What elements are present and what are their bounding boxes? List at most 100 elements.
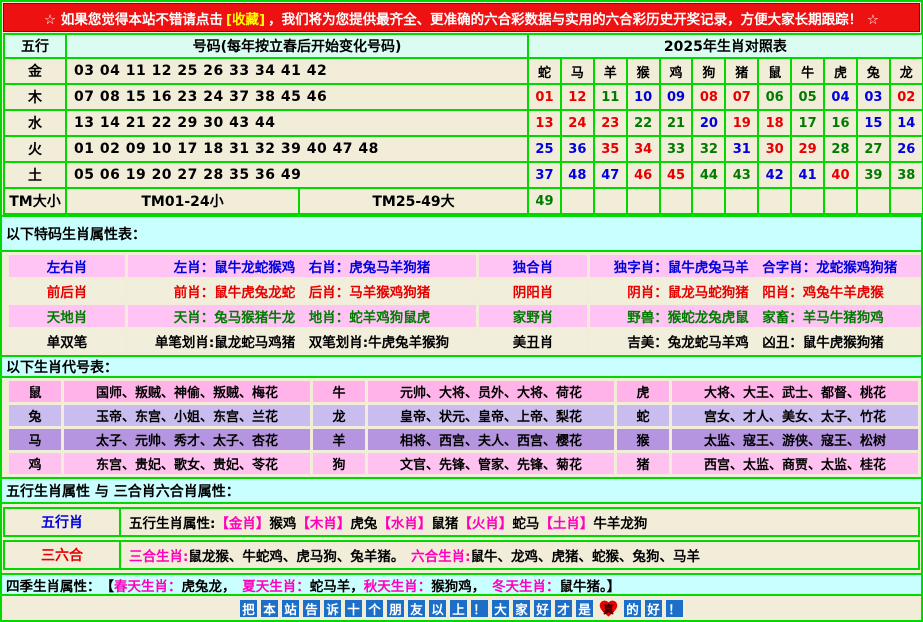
text-segment: 六合生肖: bbox=[411, 545, 470, 565]
zodiac-cell: 46 bbox=[627, 162, 660, 188]
zodiac-cell: 03 bbox=[857, 84, 890, 110]
slogan-char: 真 bbox=[603, 601, 614, 617]
code-row: 鼠国师、叛贼、神偷、叛贼、梅花牛元帅、大将、员外、大将、荷花虎大将、大王、武士、… bbox=[9, 381, 918, 402]
slogan-char[interactable]: 把 bbox=[240, 600, 257, 617]
slogan-char[interactable]: 告 bbox=[303, 600, 320, 617]
zodiac-cell bbox=[890, 188, 923, 214]
sanliu-row-label: 三六合 bbox=[5, 542, 121, 568]
zodiac-cell: 23 bbox=[594, 110, 627, 136]
zodiac-cell: 34 bbox=[627, 136, 660, 162]
code-zodiac-cell: 兔 bbox=[9, 405, 61, 426]
slogan-char[interactable]: 朋 bbox=[387, 600, 404, 617]
attr-label-cell: 天地肖 bbox=[9, 305, 125, 327]
attr-label-cell: 左右肖 bbox=[9, 255, 125, 277]
zodiac-cell bbox=[857, 188, 890, 214]
banner-text-after: ，我们将为您提供最齐全、更准确的六合彩数据与实用的六合彩历史开奖记录，方便大家长… bbox=[268, 8, 879, 28]
bookmark-link[interactable]: [收藏] bbox=[226, 8, 265, 28]
zodiac-cell bbox=[561, 188, 594, 214]
slogan-char[interactable]: 好 bbox=[645, 600, 662, 617]
slogan-char[interactable]: 是 bbox=[576, 600, 593, 617]
wuxing-label-cell: 金 bbox=[4, 58, 66, 84]
zodiac-cell: 43 bbox=[725, 162, 758, 188]
zodiac-cell: 28 bbox=[824, 136, 857, 162]
slogan-char[interactable]: ！ bbox=[471, 600, 488, 617]
text-segment: 春天生肖： bbox=[114, 575, 182, 595]
page: { "colors": { "red": "#E60000", "blue": … bbox=[0, 0, 923, 622]
zodiac-cell: 39 bbox=[857, 162, 890, 188]
zodiac-cell: 45 bbox=[660, 162, 693, 188]
tm-big-cell: TM25-49大 bbox=[299, 188, 528, 214]
zodiac-cell: 虎 bbox=[824, 58, 857, 84]
code-names-cell: 文官、先锋、管家、先锋、菊花 bbox=[368, 453, 614, 474]
code-names-cell: 太子、元帅、秀才、太子、杏花 bbox=[64, 429, 310, 450]
main-table-row: 金03 04 11 12 25 26 33 34 41 42蛇马羊猴鸡狗猪鼠牛虎… bbox=[4, 58, 923, 84]
zodiac-cell: 鼠 bbox=[758, 58, 791, 84]
slogan-char[interactable]: 上 bbox=[450, 600, 467, 617]
slogan-char[interactable]: 站 bbox=[282, 600, 299, 617]
zodiac-cell: 40 bbox=[824, 162, 857, 188]
zodiac-cell: 龙 bbox=[890, 58, 923, 84]
text-segment: 鼠牛、龙鸡、虎猪、蛇猴、兔狗、马羊 bbox=[471, 545, 701, 565]
main-table-row: 木07 08 15 16 23 24 37 38 45 460112111009… bbox=[4, 84, 923, 110]
zodiac-codename-table: 鼠国师、叛贼、神偷、叛贼、梅花牛元帅、大将、员外、大将、荷花虎大将、大王、武士、… bbox=[6, 378, 921, 477]
text-segment: 三合生肖: bbox=[129, 545, 188, 565]
wuxing-label-cell: 木 bbox=[4, 84, 66, 110]
sanliu-attr-row: 三六合 三合生肖: 鼠龙猴、牛蛇鸡、虎马狗、兔羊猪。 六合生肖: 鼠牛、龙鸡、虎… bbox=[3, 540, 920, 570]
section-title-attr: 以下特码生肖属性表： bbox=[2, 215, 921, 252]
slogan-char[interactable]: 友 bbox=[408, 600, 425, 617]
zodiac-cell: 14 bbox=[890, 110, 923, 136]
attr-row: 天地肖天肖：兔马猴猪牛龙 地肖：蛇羊鸡狗鼠虎家野肖野兽：猴蛇龙兔虎鼠 家畜：羊马… bbox=[9, 305, 921, 327]
slogan-char[interactable]: 十 bbox=[345, 600, 362, 617]
text-segment: 猴鸡 bbox=[269, 512, 296, 532]
zodiac-cell: 15 bbox=[857, 110, 890, 136]
main-table-row: 水13 14 21 22 29 30 43 441324232221201918… bbox=[4, 110, 923, 136]
tm-label-cell: TM大小 bbox=[4, 188, 66, 214]
slogan-char[interactable]: 个 bbox=[366, 600, 383, 617]
wuxing-attr-row: 五行肖 五行生肖属性: 【金肖】猴鸡 【木肖】虎兔 【水肖】鼠猪 【火肖】蛇马 … bbox=[3, 507, 920, 537]
zodiac-cell: 48 bbox=[561, 162, 594, 188]
slogan-char[interactable]: 才 bbox=[555, 600, 572, 617]
slogan-char[interactable]: 大 bbox=[492, 600, 509, 617]
zodiac-cell: 牛 bbox=[791, 58, 824, 84]
bottom-slogan-bar[interactable]: 把本站告诉十个朋友以上！大家好才是真的好！ bbox=[2, 597, 921, 620]
zodiac-cell bbox=[758, 188, 791, 214]
zodiac-cell bbox=[660, 188, 693, 214]
zodiac-cell: 06 bbox=[758, 84, 791, 110]
slogan-char[interactable]: 的 bbox=[624, 600, 641, 617]
code-names-cell: 大将、大王、武士、都督、桃花 bbox=[672, 381, 918, 402]
code-zodiac-cell: 龙 bbox=[313, 405, 365, 426]
text-segment: 【木肖】 bbox=[296, 512, 350, 532]
wuxing-label-cell: 土 bbox=[4, 162, 66, 188]
text-segment: 鼠龙猴、牛蛇鸡、虎马狗、兔羊猪。 bbox=[188, 545, 411, 565]
slogan-char[interactable]: 家 bbox=[513, 600, 530, 617]
slogan-char[interactable]: 诉 bbox=[324, 600, 341, 617]
slogan-char[interactable]: ！ bbox=[666, 600, 683, 617]
attr-text-cell: 前肖：鼠牛虎兔龙蛇 后肖：马羊猴鸡狗猪 bbox=[128, 280, 476, 302]
zodiac-cell: 32 bbox=[692, 136, 725, 162]
heart-icon[interactable]: 真 bbox=[597, 598, 620, 619]
text-segment: 虎兔 bbox=[350, 512, 377, 532]
slogan-char[interactable]: 本 bbox=[261, 600, 278, 617]
wuxing-label-cell: 火 bbox=[4, 136, 66, 162]
zodiac-cell: 兔 bbox=[857, 58, 890, 84]
slogan-char[interactable]: 以 bbox=[429, 600, 446, 617]
zodiac-cell bbox=[594, 188, 627, 214]
code-zodiac-cell: 鸡 bbox=[9, 453, 61, 474]
attr-table-body: 左右肖左肖：鼠牛龙蛇猴鸡 右肖：虎兔马羊狗猪独合肖独字肖：鼠牛虎兔马羊 合字肖：… bbox=[9, 255, 921, 352]
zodiac-cell: 09 bbox=[660, 84, 693, 110]
code-names-cell: 东宫、贵妃、歌女、贵妃、苓花 bbox=[64, 453, 310, 474]
header-numbers: 号码(每年按立春后开始变化号码) bbox=[66, 34, 528, 58]
code-names-cell: 皇帝、状元、皇帝、上帝、梨花 bbox=[368, 405, 614, 426]
slogan-char[interactable]: 好 bbox=[534, 600, 551, 617]
zodiac-cell: 47 bbox=[594, 162, 627, 188]
code-table-body: 鼠国师、叛贼、神偷、叛贼、梅花牛元帅、大将、员外、大将、荷花虎大将、大王、武士、… bbox=[9, 381, 918, 474]
wuxing-label-cell: 水 bbox=[4, 110, 66, 136]
wuxing-row-label: 五行肖 bbox=[5, 509, 121, 535]
code-names-cell: 太监、寇王、游侠、寇王、松树 bbox=[672, 429, 918, 450]
attr-label-cell: 阴阳肖 bbox=[479, 280, 587, 302]
numbers-cell: 01 02 09 10 17 18 31 32 39 40 47 48 bbox=[66, 136, 528, 162]
wuxing-row-content: 五行生肖属性: 【金肖】猴鸡 【木肖】虎兔 【水肖】鼠猪 【火肖】蛇马 【土肖】… bbox=[121, 509, 918, 535]
text-segment: 秋天生肖： bbox=[364, 575, 432, 595]
code-zodiac-cell: 猪 bbox=[617, 453, 669, 474]
zodiac-cell: 21 bbox=[660, 110, 693, 136]
